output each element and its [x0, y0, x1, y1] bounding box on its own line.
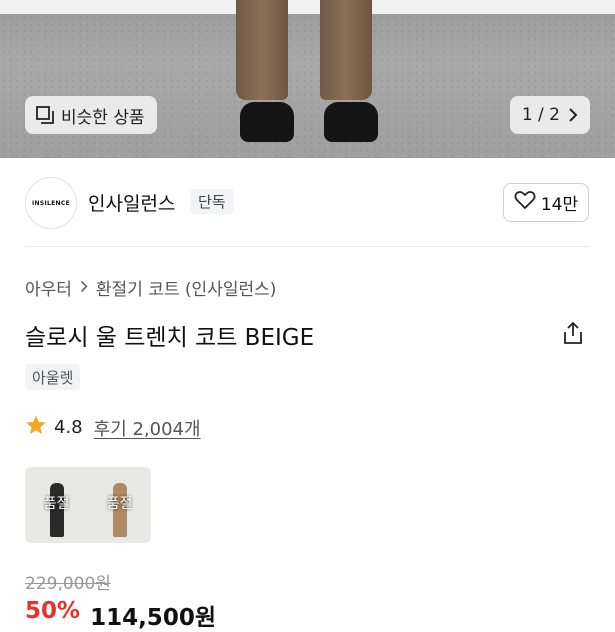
- chevron-right-icon: [80, 278, 88, 298]
- rating-score: 4.8: [54, 417, 83, 438]
- exclusive-badge: 단독: [190, 189, 234, 214]
- star-icon: [25, 414, 47, 441]
- styling-option-left[interactable]: 품절: [25, 467, 88, 543]
- sold-out-label: 품절: [43, 496, 70, 512]
- like-count: 14만: [540, 195, 579, 215]
- outlet-tag: 아울렛: [25, 364, 81, 390]
- model-shoe-left: [240, 102, 294, 142]
- styling-thumbnail[interactable]: 품절 품절: [25, 467, 151, 543]
- similar-products-button[interactable]: 비슷한 상품: [25, 96, 157, 134]
- discount-rate: 50%: [25, 598, 81, 624]
- sale-price-row: 50% 114,500원: [25, 598, 216, 632]
- copy-squares-icon: [35, 105, 55, 125]
- heart-icon: [514, 190, 536, 215]
- rating-row: 4.8 후기 2,004개: [25, 414, 201, 441]
- sale-price: 114,500원: [90, 605, 216, 631]
- image-pager[interactable]: 1 / 2: [509, 96, 590, 134]
- brand-logo-text: INSILENCE: [32, 199, 70, 207]
- breadcrumb-item-outer[interactable]: 아우터: [25, 275, 72, 300]
- image-pager-count: 1 / 2: [521, 105, 560, 125]
- brand-logo[interactable]: INSILENCE: [25, 177, 77, 229]
- like-button[interactable]: 14만: [503, 183, 589, 222]
- reviews-link[interactable]: 후기 2,004개: [94, 415, 201, 441]
- model-shoe-right: [324, 102, 378, 142]
- hero-backdrop: [0, 0, 615, 14]
- section-divider: [25, 246, 590, 247]
- hero-floor: [0, 14, 615, 158]
- styling-option-right[interactable]: 품절: [88, 467, 151, 543]
- breadcrumb: 아우터 환절기 코트 (인사일런스): [25, 275, 276, 300]
- product-title: 슬로시 울 트렌치 코트 BEIGE: [25, 325, 315, 351]
- share-icon[interactable]: [561, 320, 585, 350]
- original-price: 229,000원: [25, 574, 111, 594]
- similar-products-label: 비슷한 상품: [61, 107, 145, 128]
- sold-out-label: 품절: [106, 496, 133, 512]
- model-leg-left: [236, 0, 288, 100]
- brand-row: INSILENCE 인사일런스 단독 14만: [0, 158, 615, 248]
- brand-name[interactable]: 인사일런스: [88, 189, 175, 216]
- model-leg-right: [320, 0, 372, 100]
- chevron-right-icon: [568, 107, 578, 123]
- product-image-carousel[interactable]: 비슷한 상품 1 / 2: [0, 0, 615, 158]
- breadcrumb-item-category[interactable]: 환절기 코트 (인사일런스): [96, 275, 276, 300]
